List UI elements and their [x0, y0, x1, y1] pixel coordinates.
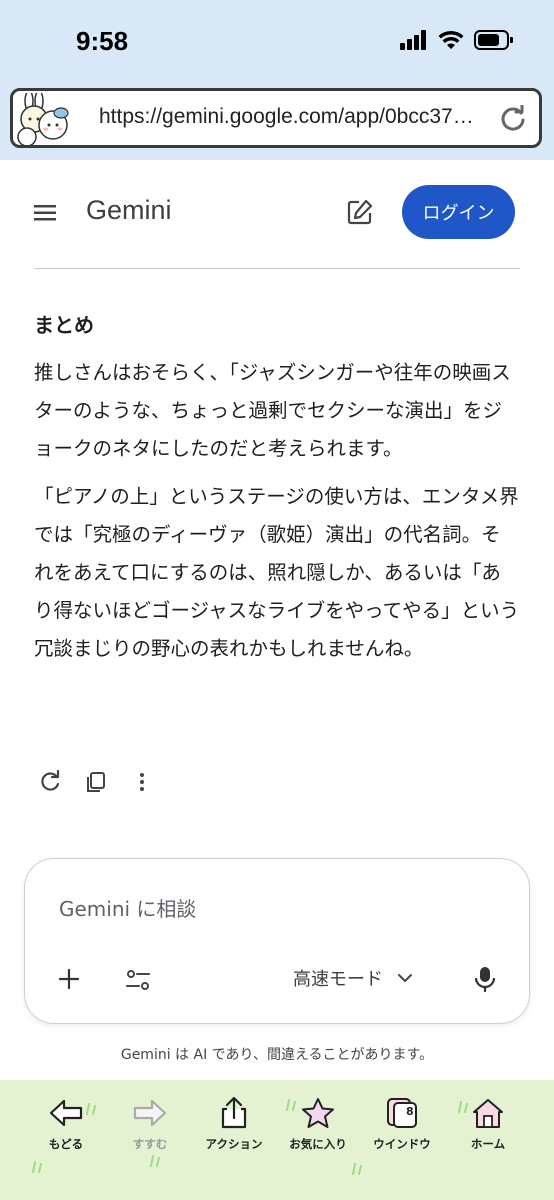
home-label: ホーム — [470, 1137, 506, 1151]
windows-button[interactable]: 8 ウインドウ — [360, 1094, 444, 1152]
response-actions — [38, 770, 154, 794]
browser-toolbar: もどる すすむ アクション お気に入り 8 ウインドウ ホーム — [0, 1080, 554, 1200]
response-paragraph: 「ピアノの上」というステージの使い方は、エンタメ界では「究極のディーヴァ（歌姫）… — [34, 485, 520, 660]
menu-icon[interactable] — [34, 205, 56, 221]
back-arrow-icon — [49, 1099, 83, 1127]
action-button[interactable]: アクション — [192, 1094, 276, 1152]
wifi-icon — [438, 30, 464, 49]
response-heading: まとめ — [34, 313, 94, 337]
header-divider — [34, 268, 520, 269]
back-button[interactable]: もどる — [24, 1094, 108, 1152]
browser-chrome: 9:58 https://gemini.google.com/app/0bcc3… — [0, 0, 554, 160]
add-icon[interactable] — [57, 967, 81, 991]
window-count: 8 — [406, 1105, 414, 1118]
regenerate-icon[interactable] — [38, 770, 62, 794]
copy-icon[interactable] — [84, 770, 108, 794]
chevron-down-icon — [398, 974, 412, 982]
action-label: アクション — [205, 1137, 263, 1151]
mode-label: 高速モード — [293, 969, 383, 990]
battery-icon — [474, 30, 513, 50]
mascot-icon — [17, 93, 69, 145]
status-bar: 9:58 — [0, 0, 554, 84]
home-icon — [473, 1099, 503, 1128]
prompt-input[interactable]: Gemini に相談 — [59, 893, 196, 922]
microphone-icon[interactable] — [473, 965, 497, 993]
url-text[interactable]: https://gemini.google.com/app/0bcc37… — [99, 105, 499, 129]
tools-icon[interactable] — [125, 967, 151, 993]
signal-icon — [400, 30, 426, 50]
disclaimer: Gemini は AI であり、間違えることがあります。 — [120, 1047, 434, 1063]
mode-selector[interactable]: 高速モード — [293, 965, 413, 991]
reload-icon[interactable] — [499, 105, 527, 133]
forward-arrow-icon — [133, 1099, 167, 1127]
more-options-icon[interactable] — [130, 770, 154, 794]
new-chat-icon[interactable] — [347, 199, 373, 225]
back-label: もどる — [48, 1137, 84, 1151]
forward-label: すすむ — [132, 1137, 168, 1151]
app-title: Gemini — [86, 195, 172, 225]
response-paragraph: 推しさんはおそらく、「ジャズシンガーや往年の映画スターのような、ちょっと過剰でセ… — [34, 361, 511, 460]
home-button[interactable]: ホーム — [446, 1094, 530, 1152]
login-button[interactable]: ログイン — [402, 185, 515, 239]
favorites-label: お気に入り — [289, 1137, 347, 1151]
windows-label: ウインドウ — [373, 1137, 431, 1151]
star-icon — [302, 1098, 334, 1128]
grass-decoration — [32, 1161, 42, 1173]
prompt-composer[interactable]: Gemini に相談 高速モード — [24, 858, 530, 1024]
favorites-button[interactable]: お気に入り — [276, 1094, 360, 1152]
forward-button[interactable]: すすむ — [108, 1094, 192, 1152]
status-icons — [400, 30, 514, 50]
grass-decoration — [150, 1155, 160, 1167]
address-bar[interactable]: https://gemini.google.com/app/0bcc37… — [10, 88, 542, 148]
response-content: まとめ 推しさんはおそらく、「ジャズシンガーや往年の映画スターのような、ちょっと… — [34, 310, 520, 678]
status-time: 9:58 — [76, 26, 129, 56]
grass-decoration — [352, 1163, 362, 1175]
share-icon — [221, 1096, 247, 1129]
windows-icon — [387, 1098, 417, 1128]
